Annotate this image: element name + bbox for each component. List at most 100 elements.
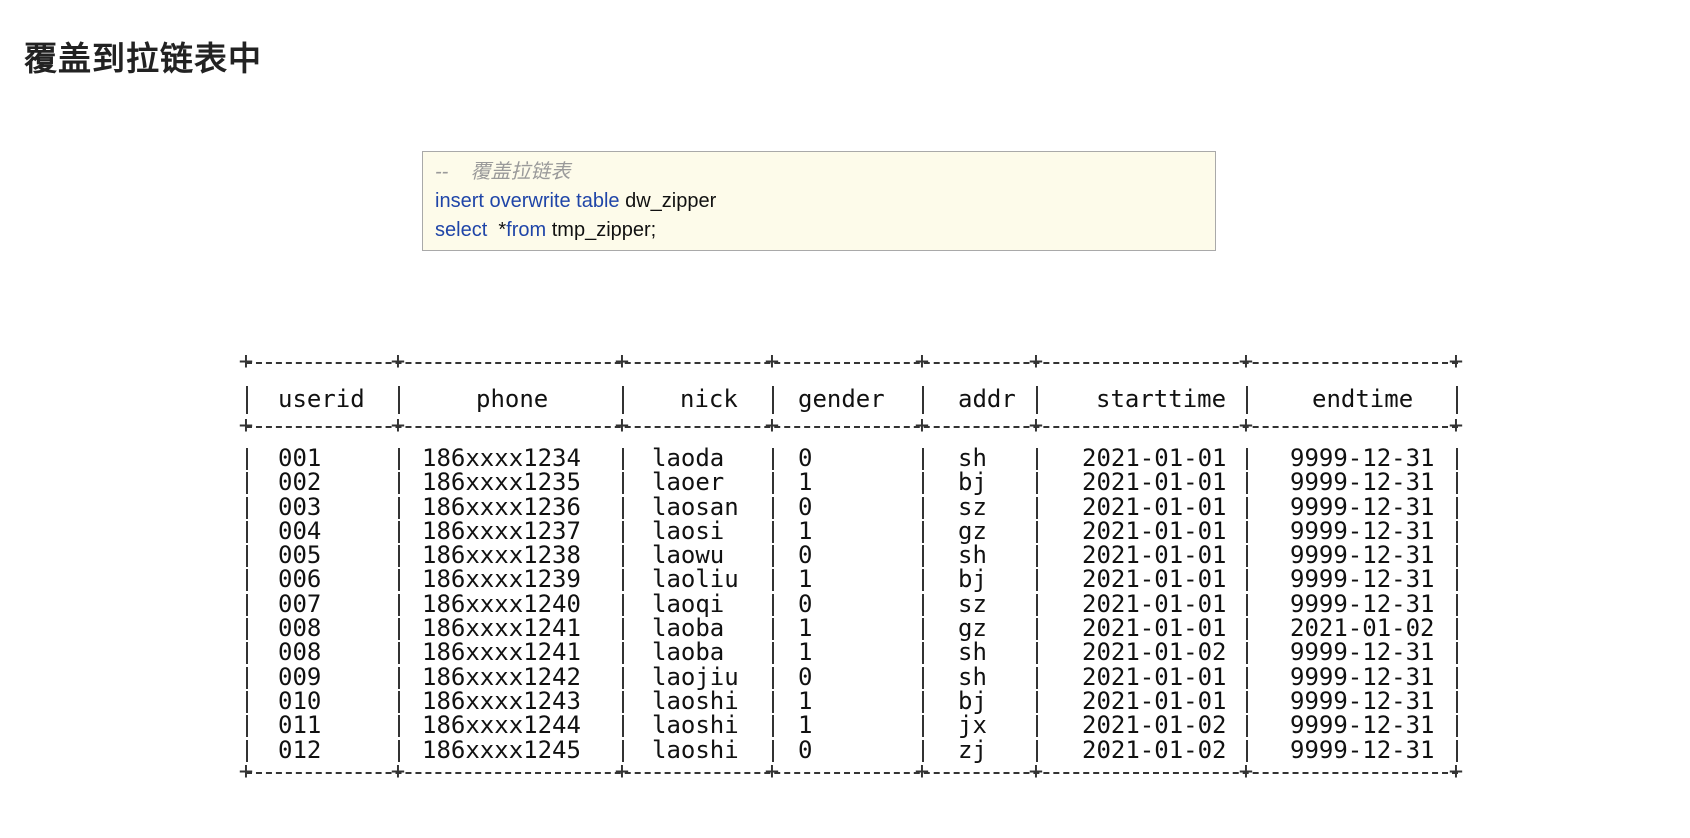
table-cell-addr: sh: [958, 444, 987, 472]
column-divider: [1246, 520, 1248, 543]
table-cell-addr: sh: [958, 541, 987, 570]
column-divider: [922, 666, 924, 689]
column-divider: [398, 593, 400, 616]
column-divider: [1246, 472, 1248, 495]
table-cell-starttime: 2021-01-01: [1082, 686, 1227, 715]
table-cell-starttime: 2021-01-01: [1082, 492, 1227, 521]
table-cell-starttime: 2021-01-01: [1082, 516, 1227, 545]
column-divider: [922, 545, 924, 568]
table-cell-endtime: 9999-12-31: [1290, 492, 1435, 521]
column-divider: [1246, 545, 1248, 568]
table-cell-userid: 002: [278, 468, 322, 497]
column-divider: [1246, 666, 1248, 689]
table-cell-addr: sz: [958, 492, 987, 521]
table-corner-1: +: [390, 411, 406, 439]
table-cell-phone: 186xxxx1245: [422, 735, 581, 764]
table-cell-gender: 1: [798, 686, 813, 715]
column-divider: [1036, 386, 1038, 414]
column-divider: [922, 520, 924, 543]
table-row: 006 186xxxx1239 laoliu 1 bj 2021-01-01 9999-12…: [246, 565, 1458, 594]
table-cell-userid: 010: [278, 686, 322, 715]
column-divider: [398, 618, 400, 641]
table-cell-userid: 008: [278, 638, 322, 667]
table-cell-addr: gz: [958, 516, 987, 545]
table-cell-phone: 186xxxx1239: [422, 565, 581, 594]
column-divider: [1246, 690, 1248, 713]
column-divider: [622, 690, 624, 713]
table-header-row: userid phone nick gender addr starttime endtim…: [246, 378, 1458, 420]
table-row: 003 186xxxx1236 laosan 0 sz 2021-01-01 9999-12…: [246, 495, 1458, 519]
table-cell-userid: 004: [278, 516, 322, 545]
table-cell-gender: 0: [798, 492, 813, 521]
column-divider: [1456, 690, 1458, 713]
table-cell-phone: 186xxxx1238: [422, 541, 581, 570]
column-divider: [1036, 642, 1038, 665]
column-divider: [398, 472, 400, 495]
column-divider: [922, 386, 924, 414]
table-corner-1: +: [390, 347, 406, 375]
column-divider: [622, 666, 624, 689]
table-cell-gender: 1: [798, 516, 813, 545]
column-divider: [622, 520, 624, 543]
column-divider: [398, 666, 400, 689]
table-cell-nick: laosan: [652, 492, 739, 521]
table-cell-starttime: 2021-01-01: [1082, 444, 1227, 472]
table-cell-endtime: 9999-12-31: [1290, 686, 1435, 715]
table-corner-3: +: [764, 756, 780, 785]
column-divider: [246, 448, 248, 470]
table-cell-nick: laoshi: [652, 686, 739, 715]
table-cell-endtime: 9999-12-31: [1290, 468, 1435, 497]
table-cell-endtime: 9999-12-31: [1290, 662, 1435, 691]
table-cell-phone: 186xxxx1236: [422, 492, 581, 521]
table-bottom-border: + + + + + + + +: [239, 758, 1463, 788]
column-divider: [1456, 520, 1458, 543]
query-result-table: + + + + + + + + userid phone nick gender addr startti…: [239, 348, 1463, 788]
column-divider: [622, 642, 624, 665]
table-cell-endtime: 9999-12-31: [1290, 565, 1435, 594]
column-divider: [1246, 496, 1248, 519]
column-divider: [622, 569, 624, 592]
column-divider: [1036, 666, 1038, 689]
column-divider: [246, 666, 248, 689]
table-corner-7: +: [1448, 347, 1464, 375]
table-cell-phone: 186xxxx1241: [422, 638, 581, 667]
column-divider: [622, 496, 624, 519]
column-divider: [922, 715, 924, 738]
table-cell-endtime: 9999-12-31: [1290, 711, 1435, 740]
table-cell-starttime: 2021-01-02: [1082, 638, 1227, 667]
comment-prefix: --: [435, 161, 449, 183]
column-divider: [622, 545, 624, 568]
table-cell-endtime: 9999-12-31: [1290, 444, 1435, 472]
table-header-separator: + + + + + + + +: [239, 412, 1463, 442]
table-cell-addr: bj: [958, 686, 987, 715]
table-corner-5: +: [1028, 347, 1044, 375]
column-divider: [398, 545, 400, 568]
table-cell-addr: sh: [958, 638, 987, 667]
table-corner-6: +: [1238, 756, 1254, 785]
table-cell-phone: 186xxxx1234: [422, 444, 581, 472]
column-divider: [1246, 715, 1248, 738]
table-corner-6: +: [1238, 347, 1254, 375]
table-cell-phone: 186xxxx1235: [422, 468, 581, 497]
table-corner-0: +: [238, 756, 254, 785]
table-cell-userid: 009: [278, 662, 322, 691]
column-divider: [1456, 569, 1458, 592]
column-divider: [1456, 666, 1458, 689]
table-cell-addr: sz: [958, 589, 987, 618]
table-cell-starttime: 2021-01-01: [1082, 565, 1227, 594]
table-corner-7: +: [1448, 756, 1464, 785]
table-cell-gender: 0: [798, 735, 813, 764]
table-corner-2: +: [614, 411, 630, 439]
table-corner-0: +: [238, 411, 254, 439]
table-cell-endtime: 9999-12-31: [1290, 541, 1435, 570]
column-divider: [246, 496, 248, 519]
column-header-addr: addr: [958, 385, 1016, 413]
column-divider: [1456, 642, 1458, 665]
table-cell-userid: 008: [278, 614, 322, 643]
column-divider: [922, 472, 924, 495]
column-divider: [1456, 496, 1458, 519]
table-cell-nick: laoshi: [652, 735, 739, 764]
column-divider: [398, 569, 400, 592]
table-cell-starttime: 2021-01-01: [1082, 614, 1227, 643]
table-cell-addr: zj: [958, 735, 987, 764]
